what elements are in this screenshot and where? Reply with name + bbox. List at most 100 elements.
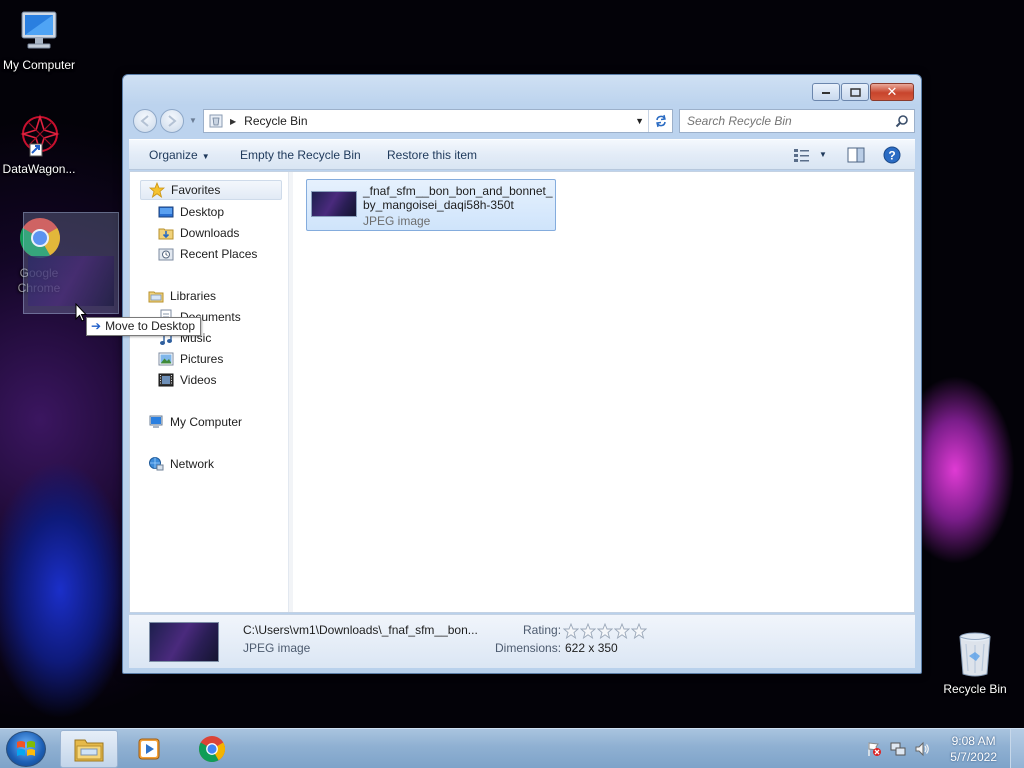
help-icon[interactable]: ? [883, 146, 901, 164]
nav-item-network[interactable]: Network [148, 454, 214, 474]
file-item-selected[interactable]: _fnaf_sfm__bon_bon_and_bonnet_ by_mangoi… [306, 179, 556, 231]
navigation-pane: Favorites Desktop Downloads Recent Place… [130, 172, 289, 612]
desktop-folder-icon [158, 204, 174, 220]
preview-pane-icon[interactable] [847, 147, 865, 163]
organize-label: Organize [149, 148, 198, 162]
nav-item-label: Videos [180, 373, 217, 387]
rating-star-icon[interactable] [597, 623, 613, 639]
drag-tooltip: ➔ Move to Desktop [86, 317, 202, 336]
breadcrumb-separator-icon[interactable]: ▶ [230, 117, 236, 126]
nav-item-desktop[interactable]: Desktop [158, 202, 224, 222]
nav-item-label: My Computer [170, 415, 243, 429]
taskbar-clock[interactable]: 9:08 AM 5/7/2022 [950, 733, 997, 765]
action-center-flag-icon[interactable] [866, 741, 882, 757]
clock-date: 5/7/2022 [950, 750, 997, 764]
content-area: Favorites Desktop Downloads Recent Place… [129, 171, 915, 613]
rating-star-icon[interactable] [614, 623, 630, 639]
chrome-icon [198, 735, 226, 763]
desktop-icon-my-computer[interactable]: My Computer [0, 8, 82, 72]
search-input[interactable] [680, 111, 895, 131]
details-dimensions-label: Dimensions: [495, 641, 562, 655]
drag-tooltip-text: Move to Desktop [105, 319, 196, 333]
maximize-button[interactable] [841, 83, 869, 101]
address-bar[interactable]: ▶ Recycle Bin ▼ [203, 109, 673, 133]
forward-arrow-icon [168, 115, 177, 127]
details-pane: C:\Users\vm1\Downloads\_fnaf_sfm__bon...… [129, 614, 915, 668]
taskbar-chrome-button[interactable] [183, 730, 241, 768]
nav-item-my-computer[interactable]: My Computer [148, 412, 242, 432]
file-name: _fnaf_sfm__bon_bon_and_bonnet_ by_mangoi… [363, 184, 553, 212]
desktop-icon-label: My Computer [2, 58, 76, 72]
search-icon[interactable] [895, 114, 909, 128]
details-thumbnail [149, 622, 219, 662]
clock-time: 9:08 AM [951, 734, 996, 748]
start-button[interactable] [6, 731, 46, 767]
empty-recycle-bin-label: Empty the Recycle Bin [240, 148, 361, 162]
media-player-icon [138, 738, 160, 760]
back-arrow-icon [140, 115, 149, 127]
desktop-icon-datawagon[interactable]: DataWagon... [0, 112, 82, 176]
taskbar-explorer-button[interactable] [60, 730, 118, 768]
nav-item-pictures[interactable]: Pictures [158, 349, 223, 369]
volume-icon[interactable] [914, 741, 930, 757]
image-thumbnail [311, 191, 357, 217]
nav-item-label: Downloads [180, 226, 240, 240]
monitor-icon [21, 11, 57, 49]
forward-button[interactable] [160, 109, 184, 133]
restore-item-button[interactable]: Restore this item [387, 148, 477, 162]
nav-item-videos[interactable]: Videos [158, 370, 216, 390]
recent-places-icon [158, 246, 174, 262]
taskbar-media-player-button[interactable] [120, 730, 178, 768]
minimize-icon [822, 92, 830, 94]
recent-pages-dropdown[interactable]: ▼ [189, 116, 197, 125]
empty-recycle-bin-button[interactable]: Empty the Recycle Bin [240, 148, 361, 162]
nav-item-downloads[interactable]: Downloads [158, 223, 239, 243]
chevron-down-icon: ▼ [201, 152, 210, 161]
address-location[interactable]: Recycle Bin [244, 114, 307, 128]
nav-item-label: Recent Places [180, 247, 258, 261]
navigation-pane-splitter[interactable] [289, 172, 293, 612]
network-status-icon[interactable] [890, 741, 906, 757]
rating-star-icon[interactable] [580, 623, 596, 639]
pictures-icon [158, 351, 174, 367]
view-options-dropdown-icon[interactable]: ▼ [819, 150, 827, 159]
nav-item-label: Favorites [171, 183, 221, 197]
nav-item-label: Pictures [180, 352, 224, 366]
computer-icon [148, 414, 164, 430]
explorer-window[interactable]: ✕ ▼ ▶ Recycle Bin ▼ Search Recycle Bin O… [122, 74, 922, 674]
explorer-icon [74, 739, 104, 762]
nav-item-label: Network [170, 457, 215, 471]
details-rating-label: Rating: [523, 623, 562, 637]
close-icon: ✕ [886, 84, 898, 99]
command-bar: Organize ▼ Empty the Recycle Bin Restore … [129, 139, 915, 170]
maximize-icon [849, 87, 861, 97]
organize-menu-button[interactable]: Organize ▼ [149, 148, 210, 162]
desktop-icon-recycle-bin[interactable]: Recycle Bin [932, 630, 1018, 696]
refresh-button[interactable] [648, 110, 672, 132]
nav-item-libraries[interactable]: Libraries [148, 286, 216, 306]
rating-star-icon[interactable] [563, 623, 579, 639]
navigation-row: ▼ ▶ Recycle Bin ▼ [131, 108, 915, 134]
close-button[interactable]: ✕ [870, 83, 914, 101]
show-desktop-button[interactable] [1010, 729, 1024, 768]
windows-logo-icon [17, 741, 35, 756]
nav-item-label: Desktop [180, 205, 225, 219]
rating-stars[interactable] [563, 623, 647, 639]
rating-star-icon[interactable] [631, 623, 647, 639]
downloads-folder-icon [158, 225, 174, 241]
back-button[interactable] [133, 109, 157, 133]
nav-item-recent-places[interactable]: Recent Places [158, 244, 257, 264]
file-name-line: by_mangoisei_daqi58h-350t [363, 198, 514, 212]
arrow-right-icon: ➔ [91, 319, 102, 333]
star-icon [149, 182, 165, 198]
nav-item-favorites[interactable]: Favorites [140, 180, 282, 200]
address-dropdown-icon[interactable]: ▼ [635, 116, 644, 126]
details-path: C:\Users\vm1\Downloads\_fnaf_sfm__bon... [243, 623, 478, 637]
minimize-button[interactable] [812, 83, 840, 101]
mouse-cursor-icon [75, 303, 87, 322]
recycle-bin-small-icon [209, 114, 223, 128]
search-box[interactable] [679, 109, 915, 133]
restore-item-label: Restore this item [387, 148, 478, 162]
file-name-line: _fnaf_sfm__bon_bon_and_bonnet_ [363, 184, 553, 198]
change-view-icon[interactable] [793, 147, 811, 163]
